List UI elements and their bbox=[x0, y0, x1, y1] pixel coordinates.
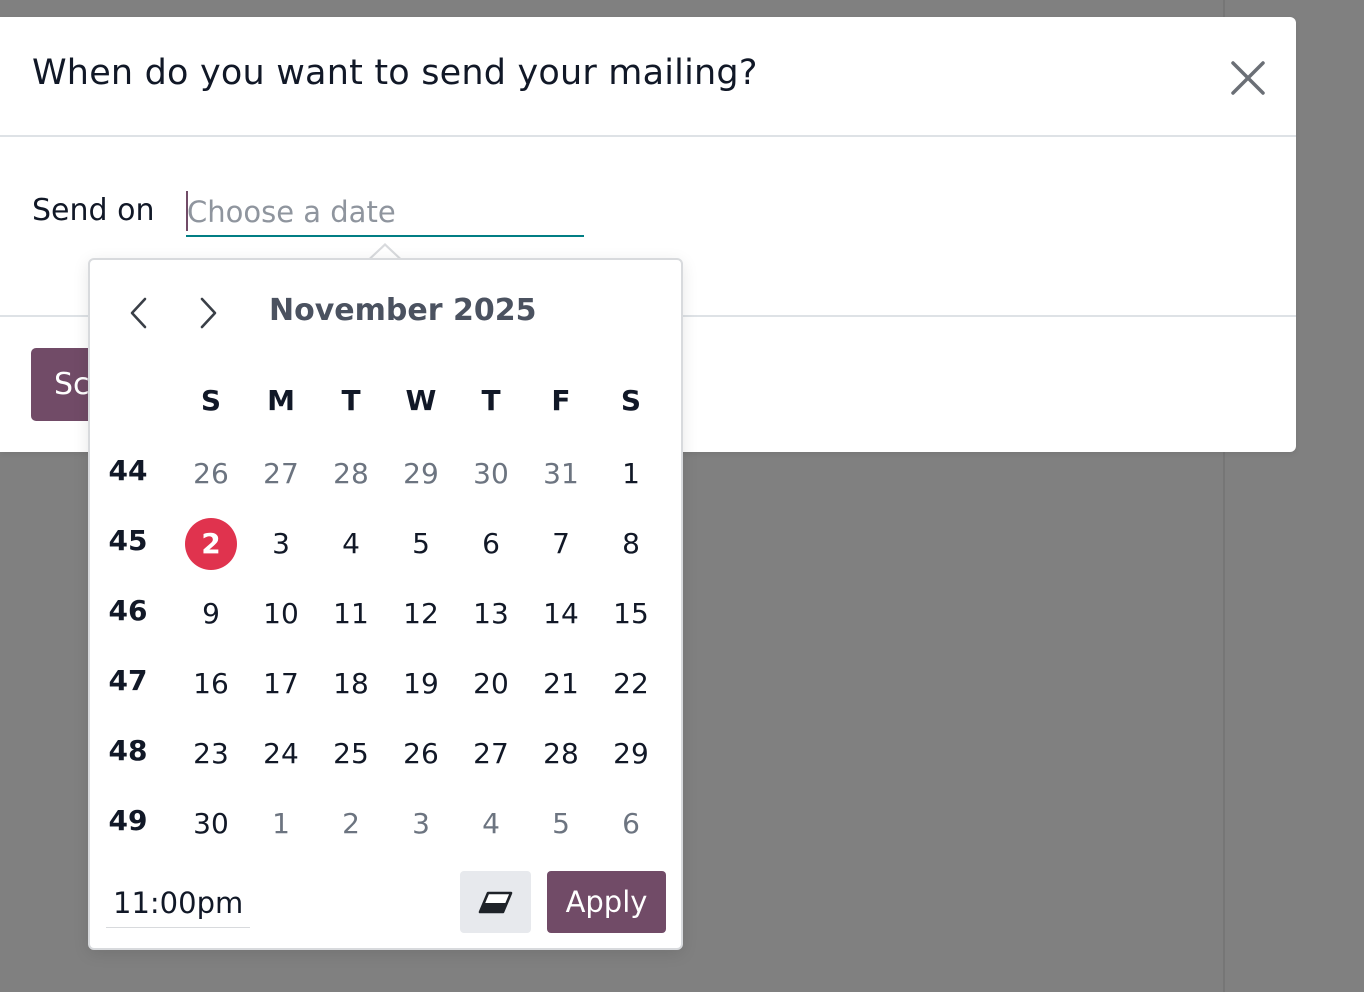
calendar-day[interactable]: 29 bbox=[605, 728, 657, 780]
calendar-day[interactable]: 11 bbox=[325, 588, 377, 640]
week-number: 47 bbox=[108, 664, 148, 697]
calendar-day[interactable]: 28 bbox=[325, 448, 377, 500]
weekday-header: S bbox=[200, 384, 222, 417]
weekday-header: M bbox=[267, 384, 295, 417]
next-month-button[interactable] bbox=[188, 293, 228, 333]
chevron-left-icon bbox=[130, 297, 147, 329]
calendar-day[interactable]: 3 bbox=[255, 518, 307, 570]
calendar-day[interactable]: 30 bbox=[465, 448, 517, 500]
weekday-header: S bbox=[620, 384, 642, 417]
calendar-day[interactable]: 13 bbox=[465, 588, 517, 640]
week-number: 49 bbox=[108, 804, 148, 837]
week-number: 46 bbox=[108, 594, 148, 627]
calendar-day[interactable]: 23 bbox=[185, 728, 237, 780]
calendar-day[interactable]: 6 bbox=[605, 798, 657, 850]
calendar-day[interactable]: 27 bbox=[255, 448, 307, 500]
calendar-day[interactable]: 18 bbox=[325, 658, 377, 710]
calendar-day[interactable]: 2 bbox=[325, 798, 377, 850]
calendar-day[interactable]: 30 bbox=[185, 798, 237, 850]
weekday-header: W bbox=[405, 384, 437, 417]
calendar-day[interactable]: 19 bbox=[395, 658, 447, 710]
calendar-day-today[interactable]: 2 bbox=[185, 518, 237, 570]
calendar-day[interactable]: 28 bbox=[535, 728, 587, 780]
calendar-day[interactable]: 1 bbox=[255, 798, 307, 850]
week-number: 48 bbox=[108, 734, 148, 767]
calendar-day[interactable]: 12 bbox=[395, 588, 447, 640]
calendar-day[interactable]: 10 bbox=[255, 588, 307, 640]
calendar-day[interactable]: 3 bbox=[395, 798, 447, 850]
send-on-label: Send on bbox=[32, 193, 155, 228]
weekday-header: T bbox=[481, 384, 501, 417]
close-button[interactable] bbox=[1227, 57, 1269, 99]
date-picker-popover: November 2025 SMTWTFS 44 26 27 28 29 30 31 1 45 2… bbox=[88, 258, 683, 950]
calendar-day[interactable]: 20 bbox=[465, 658, 517, 710]
calendar-day[interactable]: 14 bbox=[535, 588, 587, 640]
calendar-day[interactable]: 26 bbox=[395, 728, 447, 780]
eraser-icon bbox=[478, 891, 513, 914]
date-input[interactable] bbox=[186, 189, 584, 237]
dialog-header: When do you want to send your mailing? bbox=[0, 17, 1296, 137]
weekday-header: T bbox=[341, 384, 361, 417]
calendar-day[interactable]: 1 bbox=[605, 448, 657, 500]
calendar-day[interactable]: 4 bbox=[325, 518, 377, 570]
calendar-day[interactable]: 9 bbox=[185, 588, 237, 640]
week-number: 45 bbox=[108, 524, 148, 557]
calendar-day[interactable]: 26 bbox=[185, 448, 237, 500]
calendar-day[interactable]: 8 bbox=[605, 518, 657, 570]
apply-button[interactable]: Apply bbox=[547, 871, 666, 933]
month-year-title[interactable]: November 2025 bbox=[269, 293, 536, 328]
calendar-day[interactable]: 17 bbox=[255, 658, 307, 710]
calendar-day[interactable]: 21 bbox=[535, 658, 587, 710]
calendar-day[interactable]: 22 bbox=[605, 658, 657, 710]
previous-month-button[interactable] bbox=[120, 293, 160, 333]
calendar-day[interactable]: 25 bbox=[325, 728, 377, 780]
weekday-header: F bbox=[551, 384, 571, 417]
week-number: 44 bbox=[108, 454, 148, 487]
close-icon bbox=[1231, 61, 1265, 95]
calendar-day[interactable]: 15 bbox=[605, 588, 657, 640]
chevron-right-icon bbox=[200, 297, 217, 329]
dialog-title: When do you want to send your mailing? bbox=[32, 53, 758, 93]
calendar-day[interactable]: 7 bbox=[535, 518, 587, 570]
calendar-day[interactable]: 31 bbox=[535, 448, 587, 500]
clear-date-button[interactable] bbox=[460, 871, 531, 933]
calendar-day[interactable]: 5 bbox=[395, 518, 447, 570]
calendar-day[interactable]: 4 bbox=[465, 798, 517, 850]
calendar-day[interactable]: 29 bbox=[395, 448, 447, 500]
calendar-day[interactable]: 6 bbox=[465, 518, 517, 570]
text-caret bbox=[186, 191, 188, 231]
calendar-day[interactable]: 24 bbox=[255, 728, 307, 780]
calendar-day[interactable]: 16 bbox=[185, 658, 237, 710]
calendar-day[interactable]: 27 bbox=[465, 728, 517, 780]
time-input[interactable]: 11:00pm bbox=[106, 880, 250, 928]
calendar-day[interactable]: 5 bbox=[535, 798, 587, 850]
